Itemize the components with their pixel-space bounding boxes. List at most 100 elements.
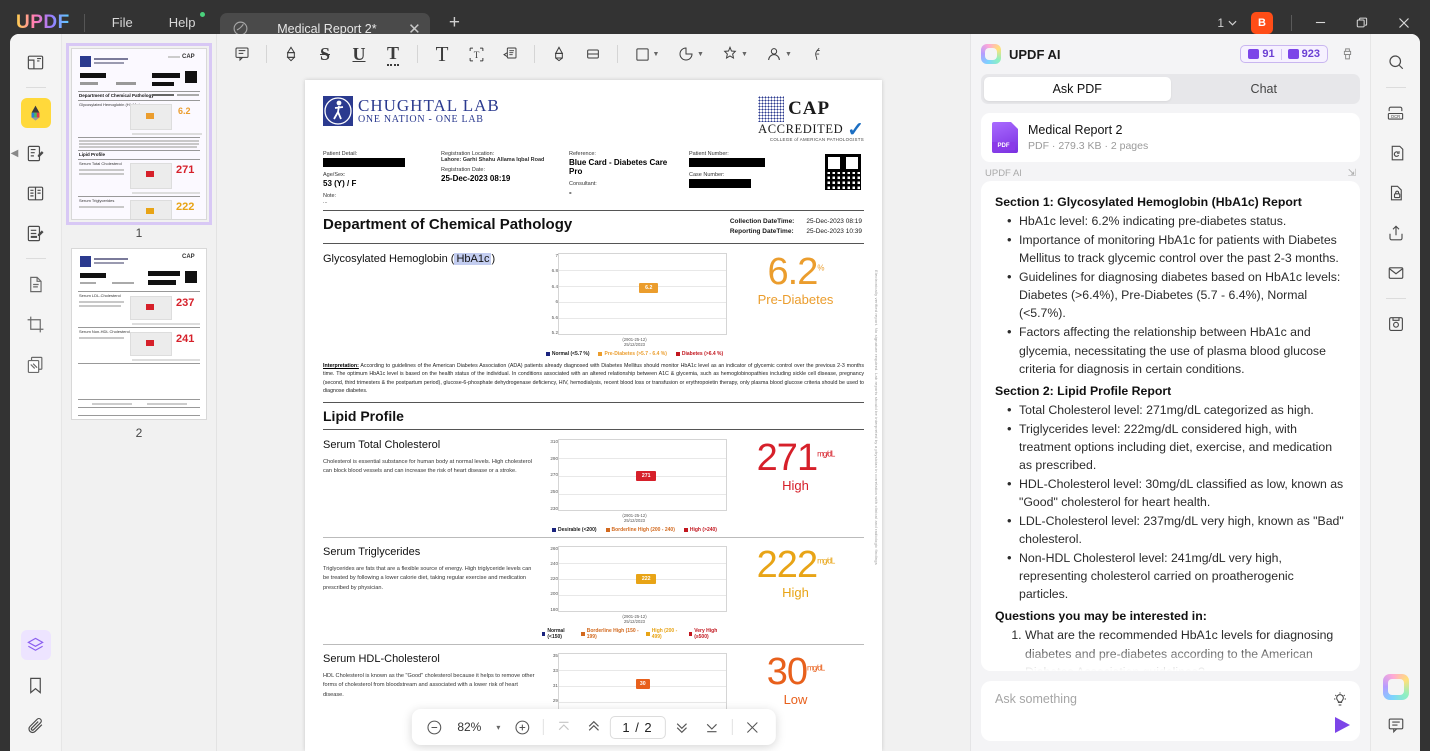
signature-icon[interactable]: ▼: [757, 39, 801, 69]
legend-label: Normal (<5.7 %): [551, 350, 590, 357]
text-callout-icon[interactable]: [493, 39, 527, 69]
chart-plot-area: 271: [558, 438, 727, 511]
test-description: Triglycerides are fats that are a flexib…: [323, 565, 532, 591]
page-credits: 91: [1248, 48, 1275, 60]
avatar[interactable]: B: [1251, 11, 1273, 34]
file-menu[interactable]: File: [99, 10, 146, 35]
sidebar-item-layers[interactable]: [20, 630, 51, 660]
legend-entry: Pre-Diabetes (>5.7 - 6.4 %): [598, 350, 667, 357]
word-credits: 923: [1287, 48, 1320, 60]
next-page-button[interactable]: [668, 714, 696, 740]
protect-icon[interactable]: [1381, 178, 1411, 208]
thumbnail-page-1[interactable]: CAP Department of Chemical Pathology Gly…: [66, 43, 212, 225]
chart-y-axis: 7 6.8 6.4 6 5.6 5.2: [542, 253, 558, 335]
sidebar-item-bookmark[interactable]: [21, 670, 51, 700]
close-toolbar-button[interactable]: [739, 714, 767, 740]
sidebar-item-prepare-form[interactable]: [21, 218, 51, 248]
measure-icon[interactable]: [801, 39, 835, 69]
result-state: Low: [783, 691, 808, 707]
add-text-icon[interactable]: T: [425, 39, 459, 69]
pdf-viewer[interactable]: Electronically verified report. No signa…: [217, 74, 970, 751]
send-button[interactable]: [1335, 717, 1350, 733]
eraser-icon[interactable]: [576, 39, 610, 69]
sidebar-item-reader-view[interactable]: [21, 47, 51, 77]
help-new-dot: [200, 12, 206, 17]
zoom-in-button[interactable]: [508, 714, 536, 740]
sidebar-item-organize-pages[interactable]: [21, 178, 51, 208]
reg-date-value: 25-Dec-2023 08:19: [441, 174, 511, 183]
reporting-label: Reporting DateTime:: [729, 228, 794, 235]
sidebar-item-edit-pdf[interactable]: [21, 138, 51, 168]
lab-name: CHUGHTAL LAB ONE NATION - ONE LAB: [358, 96, 500, 125]
sidebar-item-extract-page[interactable]: [21, 269, 51, 299]
squiggly-underline-icon[interactable]: T: [376, 39, 410, 69]
toolbar-sep: [542, 719, 544, 735]
main-shell: ◀ CAP Department of Chemical Pathology G…: [10, 34, 1420, 751]
save-icon[interactable]: [1381, 309, 1411, 339]
ai-credits-badge[interactable]: 91 923: [1240, 45, 1328, 63]
underline-icon[interactable]: U: [342, 39, 376, 69]
divider: [323, 536, 864, 538]
ask-something-input[interactable]: Ask something: [995, 692, 1316, 706]
comment-list-icon[interactable]: [1381, 710, 1411, 740]
share-icon[interactable]: [1381, 218, 1411, 248]
legend-label: Pre-Diabetes (>5.7 - 6.4 %): [604, 350, 667, 357]
tab-chat[interactable]: Chat: [1171, 77, 1358, 101]
y-tick: 33: [552, 667, 558, 673]
ai-clear-icon[interactable]: [1334, 41, 1360, 67]
interpretation-text: Interpretation: According to guidelines …: [323, 362, 864, 396]
ai-file-card[interactable]: Medical Report 2 PDF · 279.3 KB · 2 page…: [981, 113, 1360, 162]
ai-input-box[interactable]: Ask something: [981, 681, 1360, 741]
sidebar-item-attachment[interactable]: [21, 710, 51, 740]
suggestion-bulb-icon[interactable]: [1332, 691, 1348, 707]
zoom-out-button[interactable]: [420, 714, 448, 740]
y-tick: 35: [552, 652, 558, 658]
pencil-icon[interactable]: [542, 39, 576, 69]
highlight-icon[interactable]: [274, 39, 308, 69]
consultant-value: -: [569, 188, 572, 197]
new-tab-button[interactable]: +: [443, 12, 465, 34]
y-tick: 240: [550, 560, 558, 566]
y-tick: 29: [552, 698, 558, 704]
rail-sep-2: [25, 258, 46, 259]
stickers-icon[interactable]: ▼: [669, 39, 713, 69]
zoom-dropdown-icon[interactable]: ▾: [490, 723, 506, 732]
zoom-level-value[interactable]: 82%: [450, 720, 488, 734]
thumbnail-item[interactable]: CAP Serum LDL-Cholesterol 237 Serum Non-…: [71, 248, 207, 440]
email-icon[interactable]: [1381, 258, 1411, 288]
account-count: 1: [1217, 15, 1224, 30]
y-tick: 31: [552, 683, 558, 689]
sidebar-item-comment[interactable]: [20, 98, 51, 128]
ai-body-fade: [981, 645, 1360, 671]
page-indicator[interactable]: 1 / 2: [609, 715, 666, 739]
thumbnail-item[interactable]: CAP Department of Chemical Pathology Gly…: [66, 43, 212, 240]
credits-divider: [1280, 48, 1282, 60]
expand-message-icon[interactable]: ⇲: [1348, 168, 1356, 179]
prev-page-button[interactable]: [579, 714, 607, 740]
ai-message-header: UPDF AI ⇲: [971, 162, 1370, 181]
stamp-icon[interactable]: ▼: [713, 39, 757, 69]
strikethrough-icon[interactable]: S: [308, 39, 342, 69]
last-page-button[interactable]: [698, 714, 726, 740]
tab-ask-pdf[interactable]: Ask PDF: [984, 77, 1171, 101]
sidebar-item-crop[interactable]: [21, 309, 51, 339]
ai-section-heading: Section 1: Glycosylated Hemoglobin (HbA1…: [995, 195, 1302, 209]
sidebar-item-batch[interactable]: [21, 349, 51, 379]
note-icon[interactable]: [225, 39, 259, 69]
ocr-icon[interactable]: OCR: [1381, 98, 1411, 128]
text-box-icon[interactable]: T: [459, 39, 493, 69]
search-icon[interactable]: [1381, 47, 1411, 77]
result-value: 6.2%: [767, 251, 825, 293]
case-number-redacted: [689, 179, 751, 188]
convert-icon[interactable]: [1381, 138, 1411, 168]
account-dropdown[interactable]: 1: [1211, 12, 1243, 34]
help-menu[interactable]: Help: [156, 10, 209, 35]
page-thumbnail-panel[interactable]: CAP Department of Chemical Pathology Gly…: [62, 34, 217, 751]
patient-number-label: Patient Number:: [689, 151, 729, 157]
chevron-down-icon: ▼: [741, 50, 748, 58]
panel-collapse-icon[interactable]: ◀: [10, 140, 19, 166]
thumbnail-page-2[interactable]: CAP Serum LDL-Cholesterol 237 Serum Non-…: [71, 248, 207, 420]
first-page-button[interactable]: [549, 714, 577, 740]
shapes-icon[interactable]: ▼: [625, 39, 669, 69]
updf-ai-icon[interactable]: [1382, 674, 1409, 700]
